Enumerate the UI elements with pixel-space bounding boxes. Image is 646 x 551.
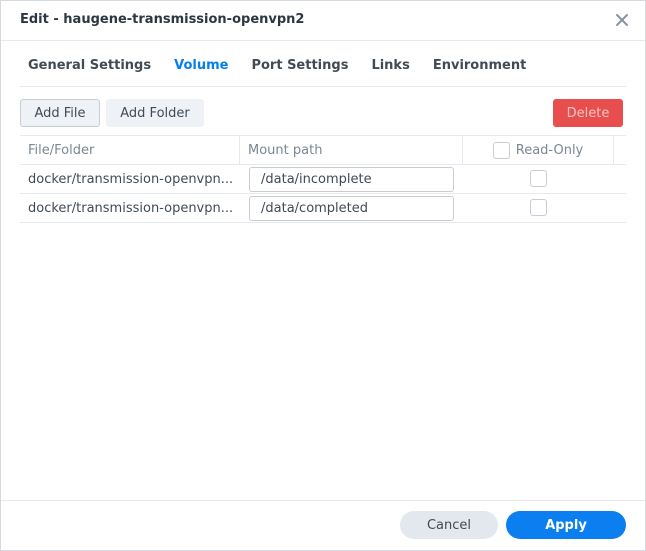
dialog-title: Edit - haugene-transmission-openvpn2 [20,12,305,27]
table-row[interactable]: docker/transmission-openvpn... /data/com… [20,194,626,223]
close-icon [616,14,628,26]
add-folder-button[interactable]: Add Folder [106,99,204,127]
tab-bar: General Settings Volume Port Settings Li… [20,43,626,87]
read-only-checkbox[interactable] [530,199,547,216]
cancel-button[interactable]: Cancel [400,511,498,539]
read-only-cell [530,170,547,191]
grid-header: File/Folder Mount path Read-Only [20,135,626,165]
column-header-file-folder[interactable]: File/Folder [20,136,239,165]
dialog-titlebar: Edit - haugene-transmission-openvpn2 [1,1,645,41]
file-folder-cell: docker/transmission-openvpn... [28,200,234,216]
column-header-read-only: Read-Only [462,136,613,165]
read-only-cell [530,199,547,220]
tab-environment[interactable]: Environment [433,55,527,75]
read-only-header-label: Read-Only [515,143,584,158]
add-file-button[interactable]: Add File [20,99,100,127]
table-row[interactable]: docker/transmission-openvpn... /data/inc… [20,165,626,194]
file-folder-cell: docker/transmission-openvpn... [28,171,234,187]
tab-port-settings[interactable]: Port Settings [251,55,348,75]
read-only-checkbox[interactable] [530,170,547,187]
edit-container-dialog: Edit - haugene-transmission-openvpn2 Gen… [0,0,646,551]
delete-button[interactable]: Delete [553,99,623,127]
mount-path-input[interactable]: /data/completed [249,196,454,221]
mount-path-input[interactable]: /data/incomplete [249,167,454,192]
tab-general-settings[interactable]: General Settings [28,55,151,75]
column-header-extra [613,136,628,165]
volume-grid: File/Folder Mount path Read-Only docker/… [20,135,626,223]
apply-button[interactable]: Apply [506,511,626,539]
tab-links[interactable]: Links [371,55,409,75]
dialog-footer: Cancel Apply [1,500,645,550]
close-button[interactable] [613,11,631,29]
read-only-select-all-checkbox[interactable] [492,142,510,159]
volume-toolbar: Add File Add Folder Delete [20,99,623,127]
tab-volume[interactable]: Volume [174,55,228,75]
column-header-mount-path[interactable]: Mount path [239,136,462,165]
